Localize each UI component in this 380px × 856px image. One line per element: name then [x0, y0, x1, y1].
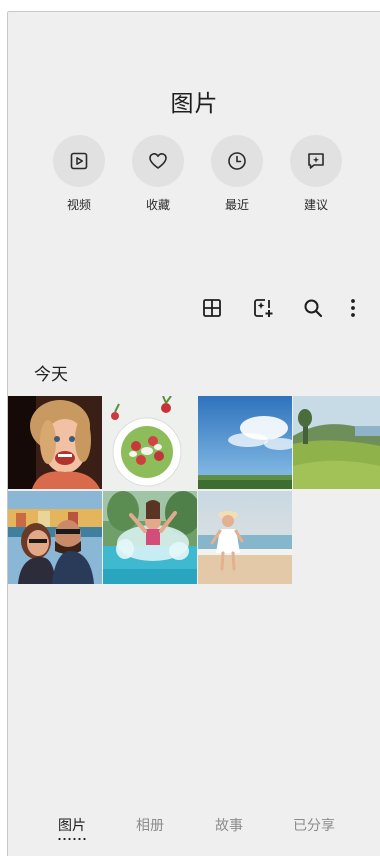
- video-icon: [53, 135, 105, 187]
- suggestion-icon: [290, 135, 342, 187]
- search-icon[interactable]: [300, 295, 326, 321]
- photo-thumbnail[interactable]: [198, 491, 292, 584]
- quick-action-label: 最近: [224, 198, 249, 212]
- section-title-today: 今天: [34, 365, 68, 385]
- photo-thumbnail[interactable]: [8, 396, 102, 489]
- quick-action-label: 视频: [66, 198, 91, 212]
- grid-view-icon[interactable]: [199, 295, 225, 321]
- quick-action-recent[interactable]: 最近: [204, 135, 270, 213]
- photo-thumbnail[interactable]: [103, 491, 197, 584]
- create-icon[interactable]: [250, 295, 276, 321]
- quick-action-label: 收藏: [145, 198, 170, 212]
- tab-stories[interactable]: 故事: [199, 815, 259, 835]
- active-tab-indicator: [57, 838, 87, 840]
- photo-thumbnail[interactable]: [103, 396, 197, 489]
- more-options-icon[interactable]: [340, 295, 366, 321]
- tab-albums[interactable]: 相册: [120, 815, 180, 835]
- photo-thumbnail[interactable]: [293, 396, 380, 489]
- heart-icon: [132, 135, 184, 187]
- quick-action-label: 建议: [303, 198, 328, 212]
- tab-pictures[interactable]: 图片: [42, 815, 102, 835]
- quick-action-videos[interactable]: 视频: [46, 135, 112, 213]
- tab-shared[interactable]: 已分享: [284, 815, 344, 835]
- photo-thumbnail[interactable]: [198, 396, 292, 489]
- gallery-screen: 图片 视频 收藏 最近 建议 今天 图片 相册 故事 已分享: [7, 11, 380, 856]
- quick-action-favorites[interactable]: 收藏: [125, 135, 191, 213]
- clock-icon: [211, 135, 263, 187]
- bottom-navigation: 图片 相册 故事 已分享: [8, 807, 380, 847]
- page-title: 图片: [170, 91, 219, 117]
- quick-action-suggestions[interactable]: 建议: [283, 135, 349, 213]
- photo-thumbnail[interactable]: [8, 491, 102, 584]
